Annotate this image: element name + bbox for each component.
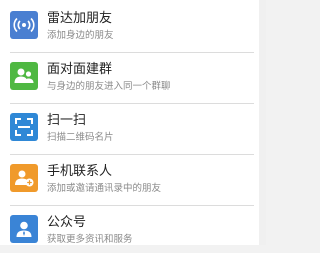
add-friends-list: 雷达加朋友 添加身边的朋友 面对面建群 与身边的朋友进入同一个群聊 扫一扫 扫描… [0, 0, 266, 245]
item-subtitle: 与身边的朋友进入同一个群聊 [47, 81, 171, 92]
face-to-face-group-icon [10, 62, 38, 90]
official-accounts-item[interactable]: 公众号 获取更多资讯和服务 [0, 206, 266, 253]
item-subtitle: 添加或邀请通讯录中的朋友 [47, 183, 162, 194]
item-title: 公众号 [47, 215, 87, 230]
scan-item[interactable]: 扫一扫 扫描二维码名片 [0, 104, 266, 151]
item-title: 扫一扫 [47, 113, 87, 128]
radar-add-friends-item[interactable]: 雷达加朋友 添加身边的朋友 [0, 2, 266, 49]
item-title: 雷达加朋友 [47, 11, 113, 26]
radar-icon [10, 11, 38, 39]
item-subtitle: 扫描二维码名片 [47, 132, 114, 143]
item-subtitle: 添加身边的朋友 [47, 30, 114, 41]
face-to-face-group-item[interactable]: 面对面建群 与身边的朋友进入同一个群聊 [0, 53, 266, 100]
phone-contacts-icon [10, 164, 38, 192]
item-title: 手机联系人 [47, 164, 113, 179]
phone-contacts-item[interactable]: 手机联系人 添加或邀请通讯录中的朋友 [0, 155, 266, 202]
item-title: 面对面建群 [47, 62, 113, 77]
official-account-icon [10, 215, 38, 243]
item-subtitle: 获取更多资讯和服务 [47, 234, 133, 245]
scan-icon [10, 113, 38, 141]
right-scroll-gutter [259, 0, 266, 245]
